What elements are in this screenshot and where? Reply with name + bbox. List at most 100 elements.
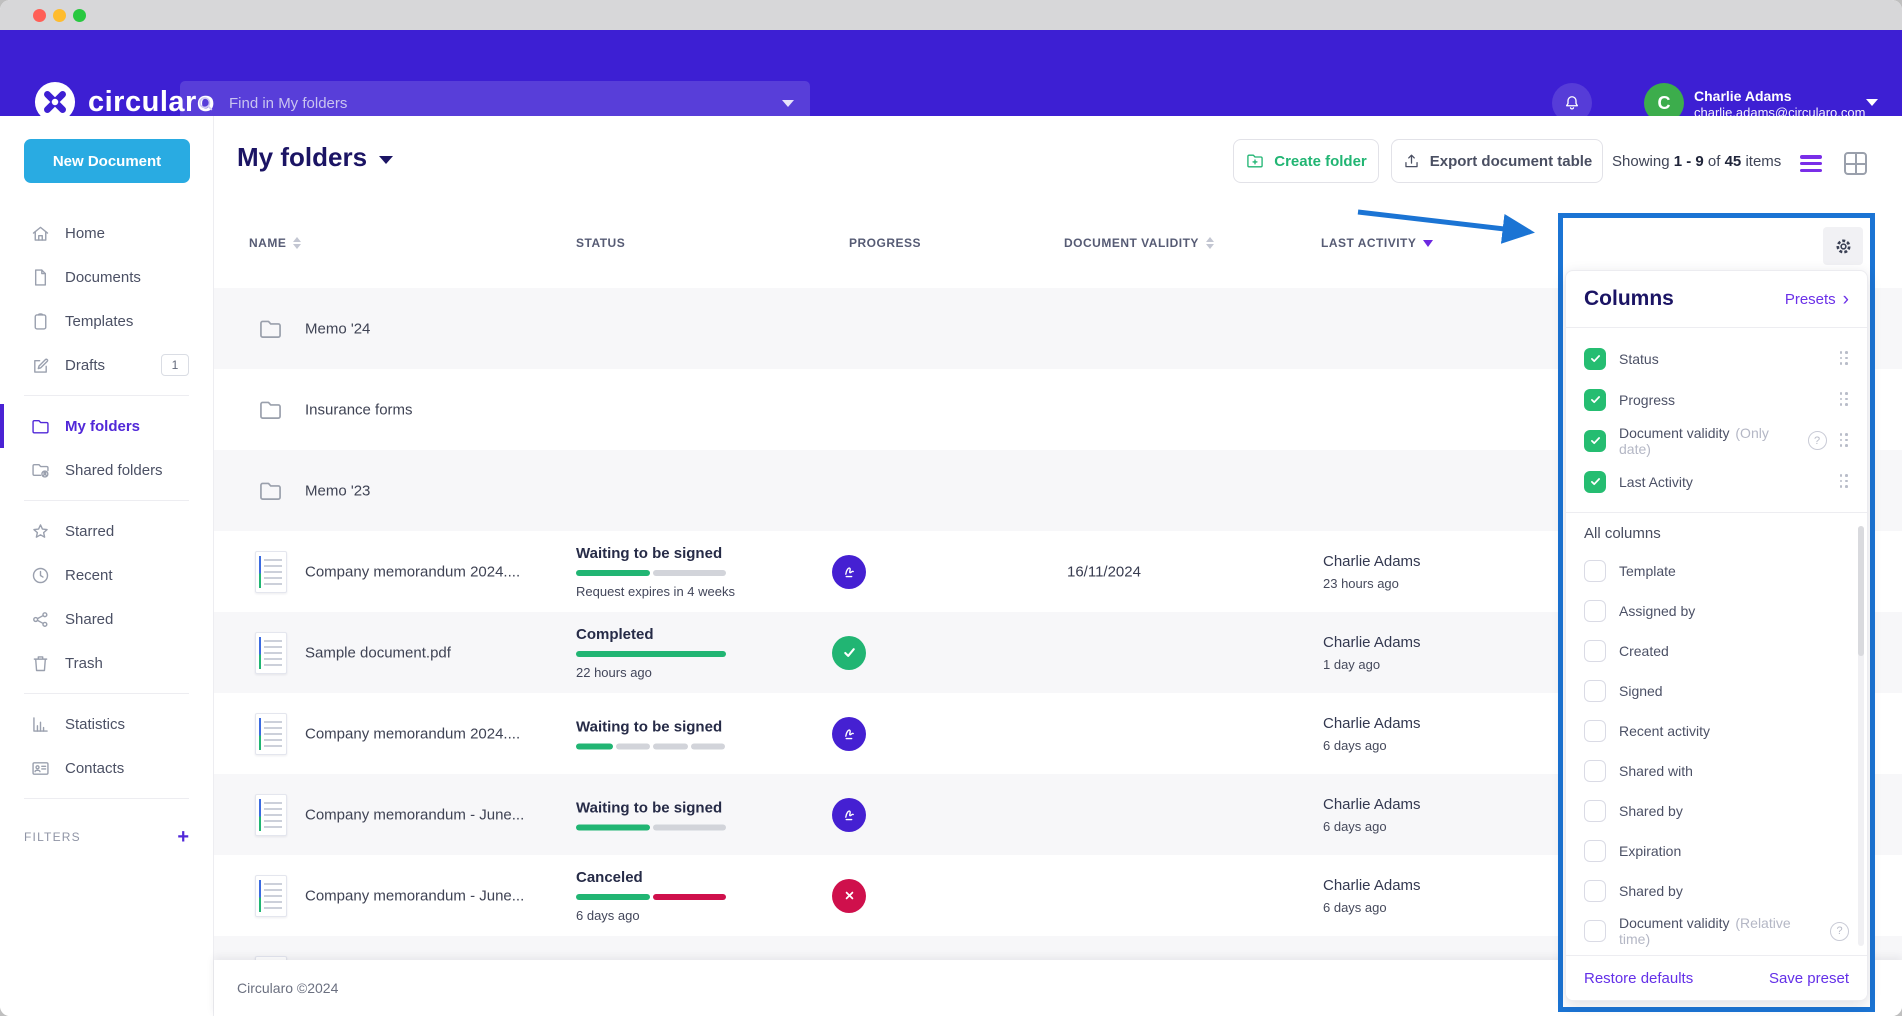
unchecked-checkbox[interactable] [1584,640,1606,662]
sidebar-item-label: Templates [65,313,133,330]
sort-desc-icon[interactable] [1423,240,1433,247]
grid-view-icon[interactable] [1844,152,1867,175]
sidebar-item-drafts[interactable]: Drafts 1 [0,343,213,387]
column-option-document-validity: Document validity (Relative time)? [1584,911,1849,951]
progress-badge [832,555,866,589]
column-option-template: Template [1584,551,1849,591]
create-folder-label: Create folder [1274,153,1367,170]
column-header-last-activity[interactable]: LAST ACTIVITY [1321,236,1433,250]
sidebar-item-label: Documents [65,269,141,286]
activity-user: Charlie Adams [1323,634,1421,651]
column-header-progress[interactable]: PROGRESS [849,236,921,250]
unchecked-checkbox[interactable] [1584,840,1606,862]
status-cell: Waiting to be signed Request expires in 4… [576,545,776,599]
app-window: circularo C Charlie Adams charlie.adams@… [0,0,1902,1016]
column-option-assigned-by: Assigned by [1584,591,1849,631]
panel-scrollbar[interactable] [1858,526,1864,946]
signature-badge-icon [832,717,866,751]
drag-handle-icon[interactable] [1840,433,1850,448]
close-window-button[interactable] [33,9,46,22]
help-icon[interactable]: ? [1808,431,1827,450]
column-option-suffix: (Only date) [1619,425,1769,457]
sort-icon[interactable] [293,237,301,249]
unchecked-checkbox[interactable] [1584,760,1606,782]
checked-checkbox[interactable] [1584,348,1606,370]
column-header-document-validity[interactable]: DOCUMENT VALIDITY [1064,236,1214,250]
sidebar-item-templates[interactable]: Templates [0,299,213,343]
sidebar-item-label: Drafts [65,357,105,374]
status-label: Waiting to be signed [576,545,776,562]
template-icon [30,311,51,332]
presets-link[interactable]: Presets › [1785,290,1849,309]
add-filter-button[interactable]: + [177,827,189,847]
maximize-window-button[interactable] [73,9,86,22]
sidebar-item-trash[interactable]: Trash [0,641,213,685]
folder-plus-icon [1245,151,1265,171]
checked-checkbox[interactable] [1584,389,1606,411]
restore-defaults-link[interactable]: Restore defaults [1584,970,1693,987]
checked-checkbox[interactable] [1584,471,1606,493]
sidebar-item-shared[interactable]: Shared [0,597,213,641]
sidebar-item-shared-folders[interactable]: Shared folders [0,448,213,492]
sidebar-item-contacts[interactable]: Contacts [0,746,213,790]
unchecked-checkbox[interactable] [1584,880,1606,902]
signature-badge-icon [832,798,866,832]
sidebar-item-starred[interactable]: Starred [0,509,213,553]
progress-bar [576,894,726,900]
drag-handle-icon[interactable] [1840,474,1850,489]
sidebar-item-my-folders[interactable]: My folders [0,404,213,448]
unchecked-checkbox[interactable] [1584,560,1606,582]
drag-handle-icon[interactable] [1840,392,1850,407]
status-label: Canceled [576,869,776,886]
unchecked-checkbox[interactable] [1584,720,1606,742]
unchecked-checkbox[interactable] [1584,600,1606,622]
new-document-button[interactable]: New Document [24,139,190,183]
export-label: Export document table [1430,153,1593,170]
minimize-window-button[interactable] [53,9,66,22]
column-option-label: Status [1619,351,1659,367]
sidebar-divider [24,395,189,396]
available-columns-list: TemplateAssigned byCreatedSignedRecent a… [1566,547,1867,1001]
document-name: Company memorandum 2024.... [305,563,520,580]
drag-handle-icon[interactable] [1840,351,1850,366]
sort-icon[interactable] [1206,237,1214,249]
search-input[interactable] [227,94,782,113]
drafts-count-badge: 1 [161,354,189,376]
help-icon[interactable]: ? [1830,922,1849,941]
export-document-table-button[interactable]: Export document table [1391,139,1603,183]
activity-time: 1 day ago [1323,657,1421,672]
list-view-icon[interactable] [1800,155,1822,172]
search-scope-chevron-icon[interactable] [782,100,794,107]
sidebar-item-documents[interactable]: Documents [0,255,213,299]
checked-checkbox[interactable] [1584,430,1606,452]
columns-dropdown: Columns Presets › StatusProgressDocument… [1565,270,1868,1001]
progress-bar [576,651,726,657]
column-header-status[interactable]: STATUS [576,236,625,250]
view-toggles [1800,152,1867,175]
sidebar-item-label: Starred [65,523,114,540]
activity-user: Charlie Adams [1323,553,1421,570]
column-option-label: Created [1619,643,1669,659]
activity-time: 6 days ago [1323,819,1421,834]
sidebar-item-statistics[interactable]: Statistics [0,702,213,746]
sidebar-item-recent[interactable]: Recent [0,553,213,597]
save-preset-link[interactable]: Save preset [1769,970,1849,987]
status-note: Request expires in 4 weeks [576,584,776,599]
unchecked-checkbox[interactable] [1584,800,1606,822]
user-menu-chevron-icon[interactable] [1866,99,1878,106]
unchecked-checkbox[interactable] [1584,680,1606,702]
sidebar-divider [24,798,189,799]
folder-icon [255,396,286,423]
column-settings-button[interactable] [1823,227,1863,265]
sidebar-item-label: Contacts [65,760,124,777]
page-title-dropdown[interactable]: My folders [237,142,393,173]
column-option-created: Created [1584,631,1849,671]
completed-badge-icon [832,636,866,670]
create-folder-button[interactable]: Create folder [1233,139,1379,183]
sidebar-item-home[interactable]: Home [0,211,213,255]
document-name: Company memorandum - June... [305,887,524,904]
folder-icon [30,416,51,437]
unchecked-checkbox[interactable] [1584,920,1606,942]
document-thumbnail-icon [255,713,287,755]
column-header-name[interactable]: NAME [249,236,301,250]
